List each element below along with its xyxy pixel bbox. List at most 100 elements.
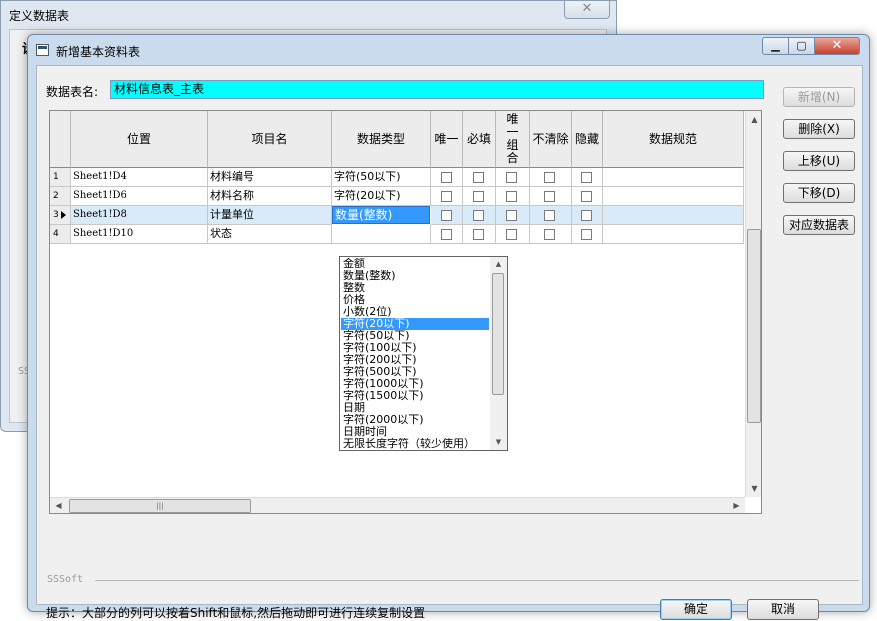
- dropdown-option[interactable]: 数量(整数): [341, 270, 489, 282]
- dropdown-option[interactable]: 金额: [341, 258, 489, 270]
- table-row[interactable]: 2 Sheet1!D6 材料名称 字符(20以下): [50, 187, 761, 206]
- data-spec-cell[interactable]: [603, 187, 744, 206]
- hidden-cell: [572, 187, 603, 206]
- scroll-up-arrow-icon[interactable]: ▲: [746, 111, 761, 128]
- no-clear-checkbox[interactable]: [544, 172, 555, 183]
- row-number[interactable]: 2: [50, 187, 71, 206]
- data-type-cell[interactable]: 字符(50以下): [332, 168, 431, 187]
- data-spec-cell[interactable]: [603, 168, 744, 187]
- vertical-scroll-thumb[interactable]: [747, 229, 761, 423]
- scroll-down-arrow-icon[interactable]: ▼: [746, 480, 761, 497]
- dropdown-option[interactable]: 小数(2位): [341, 306, 489, 318]
- column-header-unique-combo[interactable]: 唯一组合: [496, 111, 530, 168]
- required-checkbox[interactable]: [473, 172, 484, 183]
- position-cell[interactable]: Sheet1!D6: [71, 187, 208, 206]
- map-data-table-button[interactable]: 对应数据表: [783, 215, 855, 235]
- ok-button[interactable]: 确定: [660, 599, 732, 620]
- required-checkbox[interactable]: [473, 229, 484, 240]
- scroll-left-arrow-icon[interactable]: ◀: [50, 498, 67, 513]
- column-header-item-name[interactable]: 项目名: [208, 111, 332, 168]
- item-name-cell[interactable]: 材料名称: [208, 187, 332, 206]
- required-cell: [463, 168, 496, 187]
- minimize-button[interactable]: ▁: [762, 37, 789, 55]
- unique-checkbox[interactable]: [441, 172, 452, 183]
- column-header-required[interactable]: 必填: [463, 111, 496, 168]
- data-type-dropdown-list[interactable]: 金额 数量(整数) 整数 价格 小数(2位) 字符(20以下) 字符(50以下)…: [339, 256, 508, 451]
- unique-checkbox[interactable]: [441, 210, 452, 221]
- background-close-button[interactable]: ✕: [564, 1, 610, 19]
- hidden-checkbox[interactable]: [581, 191, 592, 202]
- grid-vertical-scrollbar[interactable]: ▲ ▼: [745, 111, 761, 497]
- column-header-data-type[interactable]: 数据类型: [332, 111, 431, 168]
- required-checkbox[interactable]: [473, 210, 484, 221]
- data-type-cell[interactable]: 字符(20以下): [332, 187, 431, 206]
- unique-combo-checkbox[interactable]: [506, 191, 517, 202]
- unique-combo-checkbox[interactable]: [506, 172, 517, 183]
- dropdown-scrollbar[interactable]: ▲ ▼: [490, 257, 507, 450]
- column-header-unique[interactable]: 唯一: [431, 111, 463, 168]
- row-number[interactable]: 4: [50, 225, 71, 244]
- table-row[interactable]: 1 Sheet1!D4 材料编号 字符(50以下): [50, 168, 761, 187]
- no-clear-checkbox[interactable]: [544, 229, 555, 240]
- close-button[interactable]: ✕: [814, 37, 860, 55]
- grid-horizontal-scrollbar[interactable]: ◀ ||| ▶: [50, 497, 745, 513]
- unique-combo-checkbox[interactable]: [506, 210, 517, 221]
- column-header-data-spec[interactable]: 数据规范: [603, 111, 744, 168]
- delete-button[interactable]: 删除(X): [783, 119, 855, 139]
- scroll-right-arrow-icon[interactable]: ▶: [728, 498, 745, 513]
- position-cell[interactable]: Sheet1!D10: [71, 225, 208, 244]
- dropdown-option[interactable]: 字符(50以下): [341, 330, 489, 342]
- data-type-cell[interactable]: [332, 225, 431, 244]
- dropdown-scroll-thumb[interactable]: [492, 273, 504, 395]
- table-row[interactable]: 4 Sheet1!D10 状态: [50, 225, 761, 244]
- required-checkbox[interactable]: [473, 191, 484, 202]
- unique-checkbox[interactable]: [441, 229, 452, 240]
- unique-combo-checkbox[interactable]: [506, 229, 517, 240]
- data-spec-cell[interactable]: [603, 206, 744, 225]
- unique-combo-cell: [496, 225, 530, 244]
- add-basic-table-dialog: 新增基本资料表 ▁ ▢ ✕ 数据表名: 材料信息表_主表 位置 项目名 数据类型…: [27, 34, 870, 620]
- dropdown-option[interactable]: 字符(1500以下): [341, 390, 489, 402]
- dropdown-option[interactable]: 日期时间: [341, 426, 489, 438]
- dropdown-option[interactable]: 整数: [341, 282, 489, 294]
- dropdown-scroll-down-icon[interactable]: ▼: [490, 435, 507, 450]
- unique-checkbox[interactable]: [441, 191, 452, 202]
- hidden-checkbox[interactable]: [581, 172, 592, 183]
- dropdown-option[interactable]: 字符(1000以下): [341, 378, 489, 390]
- table-name-input[interactable]: 材料信息表_主表: [110, 80, 764, 99]
- dropdown-option[interactable]: 字符(500以下): [341, 366, 489, 378]
- dropdown-option[interactable]: 日期: [341, 402, 489, 414]
- table-row-selected[interactable]: 3 Sheet1!D8 计量单位 数量(整数): [50, 206, 761, 225]
- position-cell[interactable]: Sheet1!D4: [71, 168, 208, 187]
- hidden-checkbox[interactable]: [581, 229, 592, 240]
- data-type-editor[interactable]: 数量(整数): [332, 206, 430, 224]
- dropdown-scroll-up-icon[interactable]: ▲: [490, 257, 507, 272]
- column-header-no-clear[interactable]: 不清除: [530, 111, 572, 168]
- dropdown-option[interactable]: 价格: [341, 294, 489, 306]
- item-name-cell[interactable]: 计量单位: [208, 206, 332, 225]
- cancel-button[interactable]: 取消: [747, 599, 819, 620]
- dialog-titlebar[interactable]: 新增基本资料表 ▁ ▢ ✕: [28, 35, 869, 65]
- column-header-hidden[interactable]: 隐藏: [572, 111, 603, 168]
- no-clear-checkbox[interactable]: [544, 191, 555, 202]
- dropdown-option-highlighted[interactable]: 字符(20以下): [341, 318, 489, 330]
- item-name-cell[interactable]: 材料编号: [208, 168, 332, 187]
- horizontal-scroll-thumb[interactable]: |||: [69, 499, 251, 513]
- add-button[interactable]: 新增(N): [783, 87, 855, 107]
- row-number[interactable]: 1: [50, 168, 71, 187]
- table-name-label: 数据表名:: [46, 85, 99, 99]
- dropdown-option[interactable]: 字符(2000以下): [341, 414, 489, 426]
- move-up-button[interactable]: 上移(U): [783, 151, 855, 171]
- dropdown-option[interactable]: 字符(200以下): [341, 354, 489, 366]
- no-clear-checkbox[interactable]: [544, 210, 555, 221]
- data-spec-cell[interactable]: [603, 225, 744, 244]
- item-name-cell[interactable]: 状态: [208, 225, 332, 244]
- maximize-button[interactable]: ▢: [788, 37, 815, 55]
- move-down-button[interactable]: 下移(D): [783, 183, 855, 203]
- hidden-checkbox[interactable]: [581, 210, 592, 221]
- dropdown-option[interactable]: 无限长度字符（较少使用）: [341, 438, 489, 450]
- no-clear-cell: [530, 187, 572, 206]
- column-header-position[interactable]: 位置: [71, 111, 208, 168]
- dropdown-option[interactable]: 字符(100以下): [341, 342, 489, 354]
- position-cell[interactable]: Sheet1!D8: [71, 206, 208, 225]
